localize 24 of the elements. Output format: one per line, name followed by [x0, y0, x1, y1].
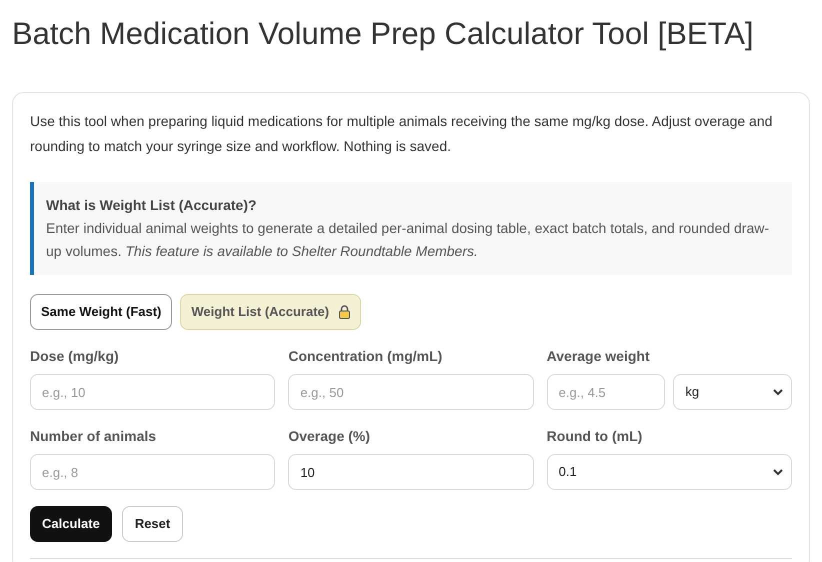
callout-heading: What is Weight List (Accurate)?	[46, 196, 257, 215]
input-field[interactable]: e.g., 4.5	[546, 374, 666, 410]
field-label: Overage (%)	[288, 427, 370, 446]
mode-tab[interactable]: Weight List (Accurate)	[180, 294, 362, 330]
field-label: Round to (mL)	[546, 427, 642, 446]
dropdown[interactable]: kg	[673, 374, 792, 410]
field-label: Dose (mg/kg)	[30, 347, 119, 366]
mode-tab[interactable]: Same Weight (Fast)	[30, 294, 172, 330]
input-field[interactable]: e.g., 50	[288, 374, 534, 410]
input-field[interactable]: 10	[288, 454, 534, 490]
calculate-button[interactable]: Calculate	[30, 506, 112, 542]
field-label: Number of animals	[30, 427, 156, 446]
intro-paragraph: Use this tool when preparing liquid medications for multiple animals receiving the same mg/kg dose. Adjust overage and rounding to match your syringe size and workflow. Nothing is saved.	[30, 112, 774, 156]
callout-text: Enter individual animal weights to generate a detailed per-animal dosing table, exact batch totals, and rounded draw-up volumes. This feature is available to Shelter Roundtable Members.	[46, 219, 770, 261]
field-label: Concentration (mg/mL)	[288, 347, 442, 366]
input-field[interactable]: e.g., 10	[30, 374, 276, 410]
dropdown[interactable]: 0.1	[546, 454, 792, 490]
field-label: Average weight	[546, 347, 650, 366]
chevron-icon	[772, 389, 783, 396]
chevron-icon	[772, 469, 783, 476]
reset-button[interactable]: Reset	[122, 506, 184, 542]
lock-icon	[339, 305, 350, 319]
page-title: Batch Medication Volume Prep Calculator Tool [BETA]	[12, 15, 754, 53]
input-field[interactable]: e.g., 8	[30, 454, 276, 490]
